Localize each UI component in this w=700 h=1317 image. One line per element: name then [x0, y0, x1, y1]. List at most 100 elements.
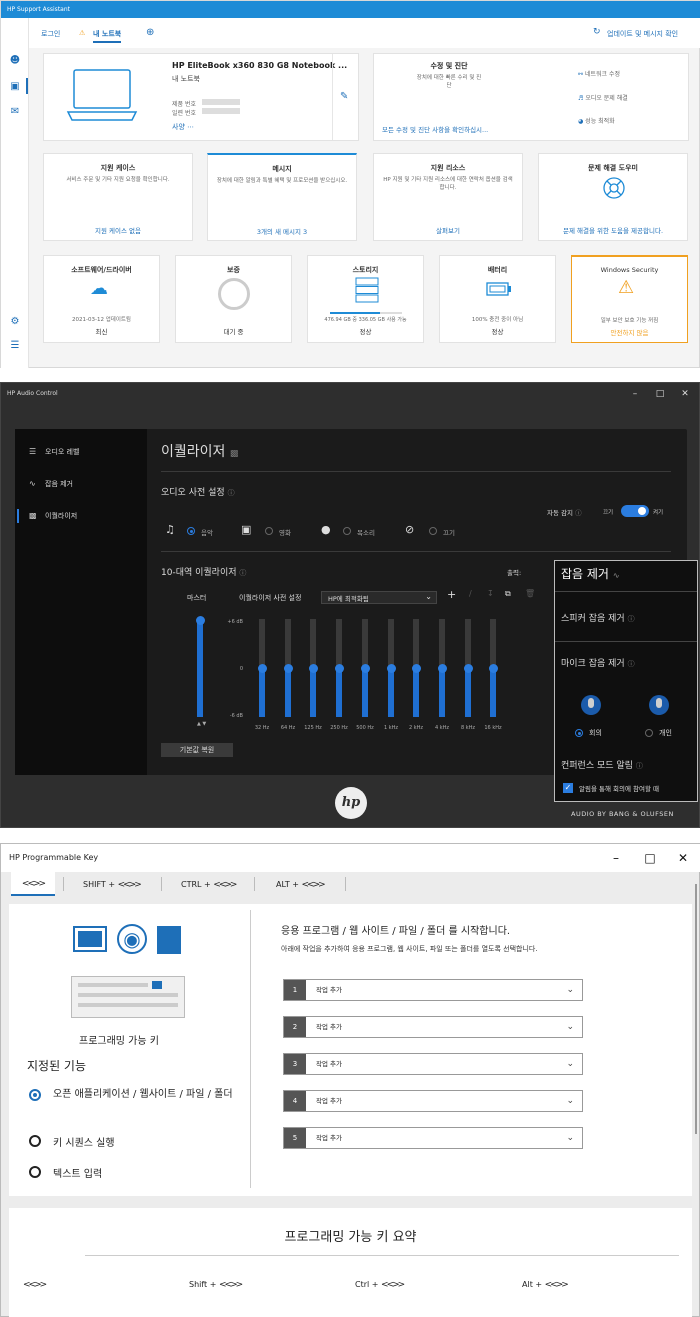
eq-band-knob[interactable]	[360, 663, 370, 673]
movie-icon: ▣	[241, 523, 252, 536]
preset-music-radio[interactable]	[187, 527, 195, 535]
eq-band-slider[interactable]	[386, 619, 396, 717]
troubleshoot-card[interactable]: 문제 해결 도우미 문제 해결을 위한 도움을 제공합니다.	[538, 153, 688, 241]
info-icon[interactable]: ⓘ	[228, 489, 235, 497]
refresh-icon[interactable]: ↻	[593, 27, 601, 37]
eq-preset-dropdown[interactable]: HP에 최적화됨 ⌄	[321, 591, 437, 604]
conference-checkbox[interactable]: ✓	[563, 783, 573, 793]
reset-button[interactable]: 기본값 복원	[161, 743, 233, 757]
mode-meeting-radio[interactable]	[575, 729, 583, 737]
repair-link[interactable]: 모든 수정 및 진단 사항을 확인하십시...	[382, 124, 488, 134]
info-icon[interactable]: ⓘ	[575, 509, 582, 517]
option-open-radio[interactable]	[29, 1089, 41, 1101]
close-button[interactable]: ✕	[673, 383, 697, 405]
eq-band-slider[interactable]	[360, 619, 370, 717]
option-keyseq-radio[interactable]	[29, 1135, 41, 1147]
eq-band-knob[interactable]	[463, 663, 473, 673]
card-link[interactable]: 살펴보기	[374, 225, 522, 235]
minimize-button[interactable]: –	[599, 844, 633, 872]
software-card[interactable]: 소프트웨어/드라이버 ☁ 2021-03-12 업데이트됨 최신	[43, 255, 160, 343]
eq-band-knob[interactable]	[257, 663, 267, 673]
user-icon[interactable]: ☻	[9, 55, 21, 67]
eq-band-slider[interactable]	[334, 619, 344, 717]
scrollbar[interactable]	[695, 884, 697, 1134]
battery-card[interactable]: 배터리 100% 충전 중이 아님 정상	[439, 255, 556, 343]
divider	[63, 877, 64, 891]
mode-personal-radio[interactable]	[645, 729, 653, 737]
preset-movie-radio[interactable]	[265, 527, 273, 535]
support-resources-card[interactable]: 지원 리소스 HP 지원 및 기타 지원 리소스에 대한 연락처 옵션을 검색합…	[373, 153, 523, 241]
card-link[interactable]: 문제 해결을 위한 도움을 제공합니다.	[539, 225, 687, 235]
toggle-knob	[638, 507, 646, 515]
info-icon[interactable]: ⓘ	[628, 615, 635, 623]
delete-icon[interactable]: 🗑	[525, 589, 535, 598]
settings-icon[interactable]: ⚙	[9, 316, 21, 328]
action-row[interactable]: 5 작업 추가 ⌄	[283, 1127, 583, 1149]
option-text-radio[interactable]	[29, 1166, 41, 1178]
windows-security-card[interactable]: Windows Security ⚠ 일부 보안 보호 기능 꺼짐 안전하지 않…	[571, 255, 688, 343]
eq-band-slider[interactable]	[437, 619, 447, 717]
minimize-button[interactable]: –	[623, 383, 647, 405]
nav-equalizer[interactable]: ▩ 이퀄라이저	[29, 511, 77, 521]
eq-band-slider[interactable]	[411, 619, 421, 717]
copy-icon[interactable]: ⧉	[505, 589, 511, 599]
download-icon[interactable]: ↧	[487, 589, 494, 598]
mail-icon[interactable]: ✉	[9, 106, 21, 118]
info-icon[interactable]: ⓘ	[239, 569, 246, 577]
support-case-card[interactable]: 지원 케이스 서비스 주문 및 기타 지원 요청을 확인합니다. 지원 케이스 …	[43, 153, 193, 241]
eq-band-slider[interactable]	[488, 619, 498, 717]
master-slider-knob[interactable]	[195, 616, 205, 625]
nav-noise-cancel[interactable]: ∿ 잡음 제거	[29, 479, 73, 489]
tab-alt[interactable]: ALT + <<>>	[276, 880, 326, 890]
info-icon[interactable]: ⓘ	[628, 660, 635, 668]
close-button[interactable]: ✕	[666, 844, 700, 872]
add-icon[interactable]: +	[447, 588, 456, 601]
eq-band-slider[interactable]	[308, 619, 318, 717]
eq-band-knob[interactable]	[488, 663, 498, 673]
storage-card[interactable]: 스토리지 476.94 GB 중 336.05 GB 사용 가능 정상	[307, 255, 424, 343]
edit-icon[interactable]: ∕	[469, 589, 472, 598]
maximize-button[interactable]: □	[633, 844, 667, 872]
preset-voice-radio[interactable]	[343, 527, 351, 535]
edit-icon[interactable]: ✎	[340, 91, 348, 102]
eq-band-slider[interactable]	[283, 619, 293, 717]
nav-audio-levels[interactable]: ☰ 오디오 레벨	[29, 447, 79, 457]
messages-card[interactable]: 메시지 장치에 대한 알림과 특별 혜택 및 프로모션을 받으십시오. 3개의 …	[207, 153, 357, 241]
repair-card[interactable]: 수정 및 진단 장치에 대한 빠른 수리 및 진 단 모든 수정 및 진단 사항…	[373, 53, 689, 141]
login-link[interactable]: 로그인	[41, 29, 60, 39]
feedback-icon[interactable]: ☰	[9, 340, 21, 352]
specs-link[interactable]: 사양 ⋯	[172, 122, 194, 132]
update-link[interactable]: 업데이트 및 메시지 확인	[607, 29, 678, 39]
eq-band-knob[interactable]	[386, 663, 396, 673]
device-icon[interactable]: ▣	[9, 81, 21, 93]
info-icon[interactable]: ⓘ	[636, 762, 643, 770]
eq-band-knob[interactable]	[308, 663, 318, 673]
action-row[interactable]: 2 작업 추가 ⌄	[283, 1016, 583, 1038]
eq-band-knob[interactable]	[283, 663, 293, 673]
tab-my-notebook[interactable]: 내 노트북	[93, 29, 122, 43]
device-card[interactable]: HP EliteBook x360 830 G8 Notebook ... 내 …	[43, 53, 359, 141]
auto-detect-toggle[interactable]	[621, 505, 649, 517]
preset-off-radio[interactable]	[429, 527, 437, 535]
lifebuoy-icon	[603, 177, 625, 199]
eq-band-knob[interactable]	[437, 663, 447, 673]
action-row[interactable]: 1 작업 추가 ⌄	[283, 979, 583, 1001]
card-link[interactable]: 지원 케이스 없음	[44, 225, 192, 235]
tab-key[interactable]: <<>>	[11, 872, 55, 896]
audio-fix-item[interactable]: ♬ 오디오 문제 해결	[578, 93, 628, 102]
performance-item[interactable]: ◕ 성능 최적화	[578, 116, 615, 125]
eq-band-knob[interactable]	[334, 663, 344, 673]
eq-band-slider[interactable]	[463, 619, 473, 717]
tab-shift[interactable]: SHIFT + <<>>	[83, 880, 142, 890]
maximize-button[interactable]: □	[648, 383, 672, 405]
eq-band-slider[interactable]	[257, 619, 267, 717]
action-row[interactable]: 3 작업 추가 ⌄	[283, 1053, 583, 1075]
network-fix-item[interactable]: ⚯ 네트워크 수정	[578, 69, 620, 78]
action-row[interactable]: 4 작업 추가 ⌄	[283, 1090, 583, 1112]
eq-band-knob[interactable]	[411, 663, 421, 673]
card-link[interactable]: 3개의 새 메시지 3	[208, 226, 356, 236]
add-device-icon[interactable]: ⊕	[146, 27, 154, 38]
warranty-card[interactable]: 보증 대기 중	[175, 255, 292, 343]
master-slider[interactable]	[195, 616, 205, 717]
tab-ctrl[interactable]: CTRL + <<>>	[181, 880, 237, 890]
